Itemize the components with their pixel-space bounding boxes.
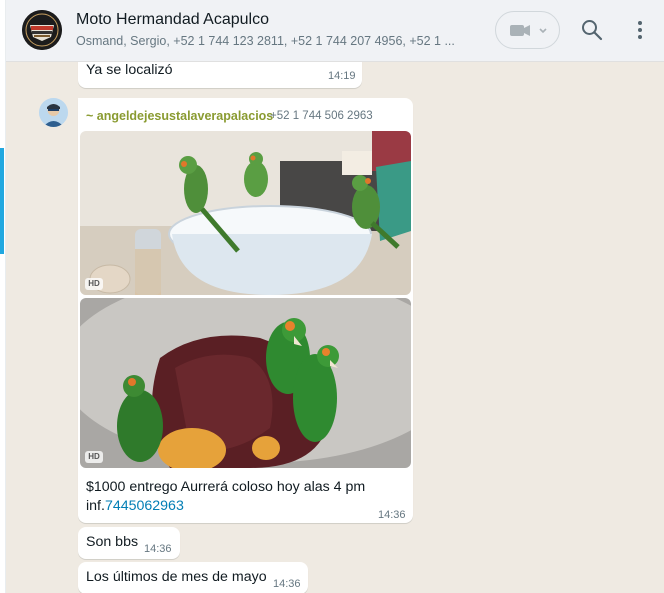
harley-davidson-logo (22, 10, 62, 50)
message-time: 14:36 (273, 578, 301, 590)
group-participants[interactable]: Osmand, Sergio, +52 1 744 123 2811, +52 … (76, 34, 476, 48)
video-call-button[interactable] (495, 11, 560, 49)
group-avatar[interactable] (22, 10, 62, 50)
hd-badge: HD (85, 451, 103, 463)
caption-prefix: inf. (86, 498, 105, 514)
message-bubble[interactable]: Son bbs 14:36 (78, 527, 180, 559)
message-time: 14:19 (328, 70, 356, 82)
message-bubble[interactable]: Ya se localizó 14:19 (78, 62, 362, 88)
image-message-bubble[interactable]: ~ angeldejesustalaverapalacios +52 1 744… (78, 98, 413, 523)
chevron-down-icon (539, 28, 547, 34)
chat-header[interactable]: Moto Hermandad Acapulco Osmand, Sergio, … (6, 0, 664, 62)
sender-phone: +52 1 744 506 2963 (270, 110, 373, 122)
avatar-image (39, 98, 68, 127)
hd-badge: HD (85, 278, 103, 290)
chat-panel[interactable]: Ya se localizó 14:19 ~ angeldejesustalav… (6, 62, 664, 593)
caption-line-1: $1000 entrego Aurrerá coloso hoy alas 4 … (86, 479, 366, 495)
photo-parrots-bucket[interactable]: HD (80, 131, 411, 295)
message-bubble[interactable]: Los últimos de mes de mayo 14:36 (78, 562, 308, 593)
menu-button[interactable] (630, 18, 650, 42)
caption-line-2: inf.7445062963 (86, 498, 184, 514)
sender-name[interactable]: ~ angeldejesustalaverapalacios (86, 109, 273, 123)
phone-link[interactable]: 7445062963 (105, 498, 184, 514)
group-name[interactable]: Moto Hermandad Acapulco (76, 11, 269, 29)
sender-avatar[interactable] (39, 98, 68, 127)
menu-icon (638, 21, 642, 39)
parrots-photo-1 (80, 131, 411, 295)
video-call-icon (510, 25, 547, 36)
message-text: Son bbs (86, 534, 139, 550)
parrots-photo-2 (80, 298, 411, 468)
search-button[interactable] (580, 18, 604, 42)
left-pane-accent (0, 148, 4, 254)
message-time: 14:36 (378, 509, 406, 521)
search-icon (582, 20, 603, 41)
message-text: Ya se localizó (86, 62, 173, 78)
message-time: 14:36 (144, 543, 172, 555)
message-text: Los últimos de mes de mayo (86, 569, 267, 585)
photo-parrots-closeup[interactable]: HD (80, 298, 411, 468)
